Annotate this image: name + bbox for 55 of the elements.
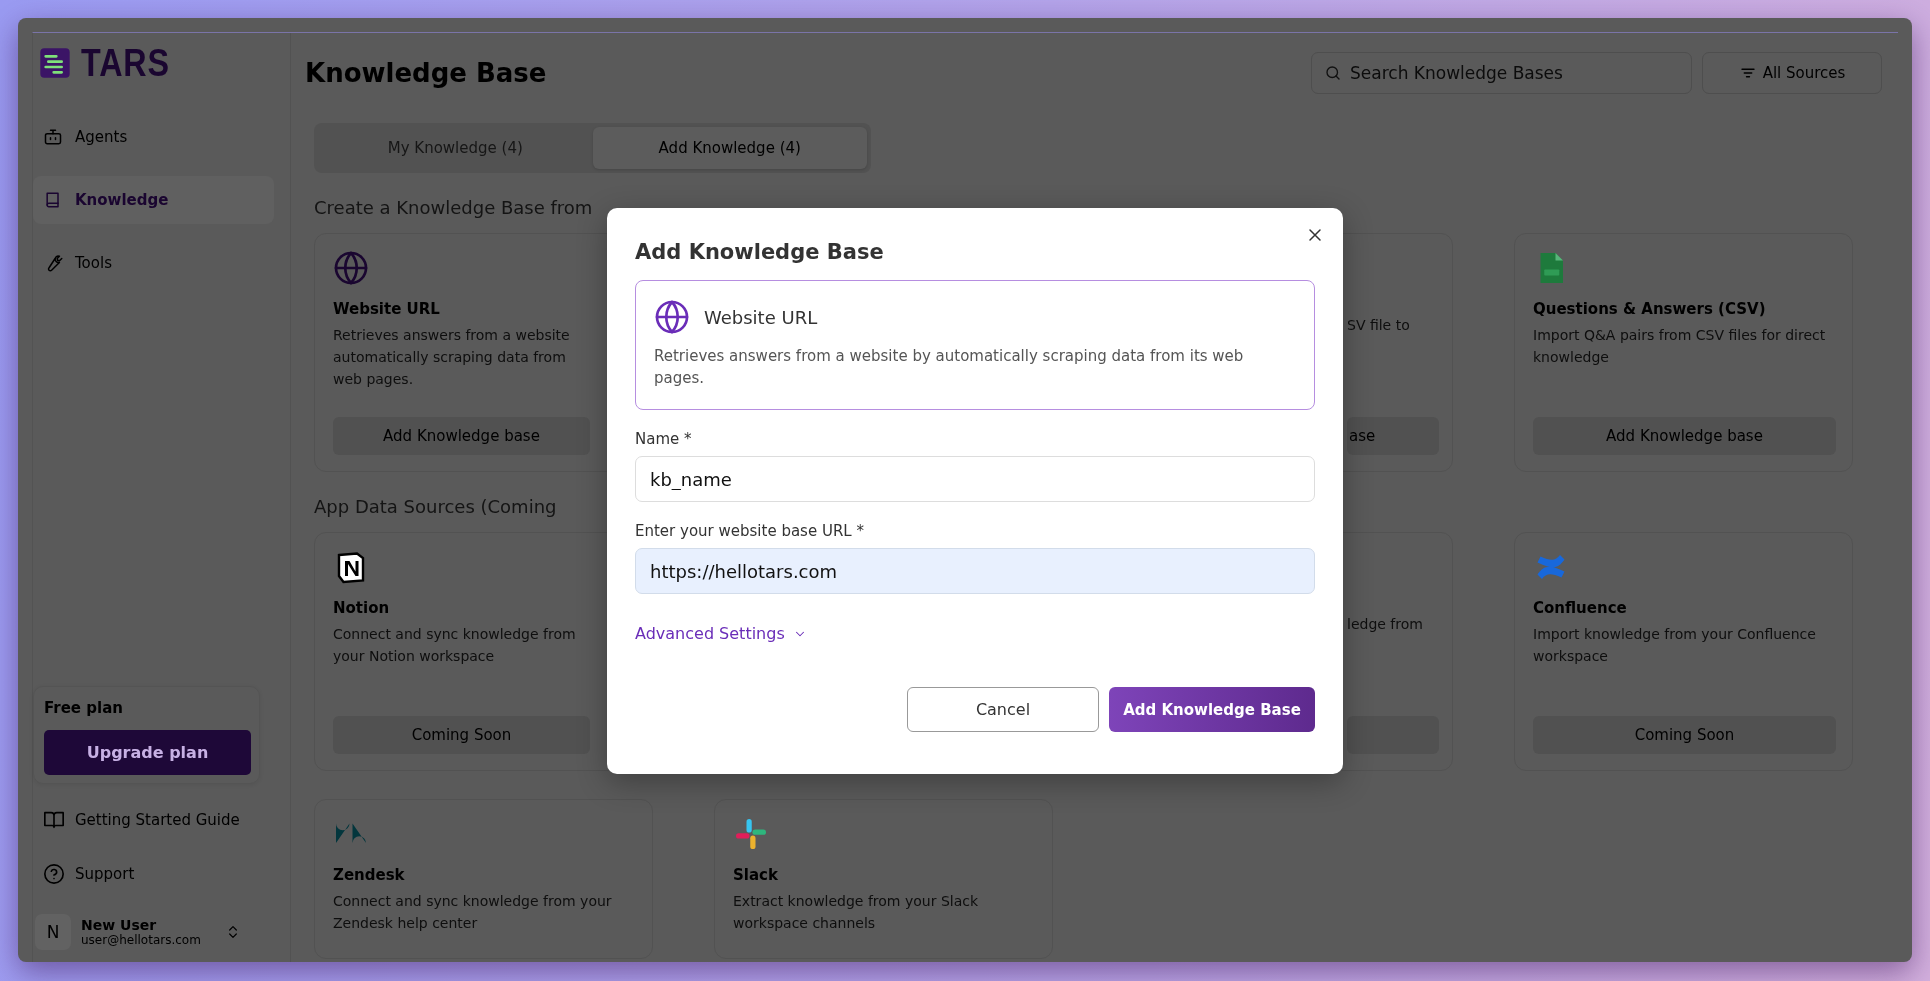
field-label: Name * [635,430,693,448]
tab[interactable]: Add Knowledge (4) [592,127,867,169]
open-book-icon [43,809,65,831]
card-button[interactable]: Add Knowledge base [333,417,590,455]
card-title: Website URL [333,300,440,318]
sidebar-link[interactable]: Getting Started Guide [43,800,290,840]
card-description: Connect and sync knowledge from your Zendesk help center [333,892,613,933]
card-title: Slack [733,866,778,884]
input-field[interactable]: kb_name [635,456,1315,502]
input-field[interactable]: https://hellotars.com [635,548,1315,594]
card-description: Connect and sync knowledge from your Notion workspace [333,625,577,666]
card-description: Retrieves answers from a website automatically scraping data from web pages. [333,326,571,389]
user-email: user@hellotars.com [81,933,201,947]
card-description: Import Q&A pairs from CSV files for direct knowledge [1533,326,1827,367]
card-description: SV file to [1347,316,1410,335]
nav-item[interactable]: Knowledge [33,176,274,224]
page-title: Knowledge Base [305,58,548,88]
help-icon [43,863,65,885]
globe-icon [333,250,369,286]
dialog-title: Add Knowledge Base [635,240,885,264]
avatar: N [35,914,71,950]
card-title: Zendesk [333,866,405,884]
cancel-button[interactable]: Cancel [907,687,1099,732]
card-description: ledge from [1347,615,1423,634]
upgrade-button[interactable]: Upgrade plan [44,730,251,775]
card-button[interactable]: Coming Soon [333,716,590,754]
section-heading: App Data Sources (Coming [314,495,558,519]
slack-icon [733,816,769,852]
field-label: Enter your website base URL * [635,522,865,540]
logo-icon [39,47,71,79]
user-name: New User [81,917,158,933]
card-title: Questions & Answers (CSV) [1533,300,1766,318]
globe-icon [654,299,690,335]
card-description: Extract knowledge from your Slack workspace channels [733,892,980,933]
filter-button[interactable]: All Sources [1702,52,1882,94]
section-heading: Create a Knowledge Base from [314,196,594,220]
search-field[interactable]: Search Knowledge Bases [1311,52,1692,94]
nav-item[interactable]: Tools [33,239,274,287]
card-button[interactable]: Add Knowledge base [1533,417,1836,455]
nav-item[interactable]: Agents [33,113,274,161]
card-button[interactable]: Coming Soon [1533,716,1836,754]
tab[interactable]: My Knowledge (4) [318,127,593,169]
source-title: Website URL [704,306,818,328]
card-title: Confluence [1533,599,1627,617]
card-title: Notion [333,599,390,617]
sidebar-link[interactable]: Support [43,854,290,894]
advanced-settings-link[interactable]: Advanced Settings [635,624,785,643]
plan-title: Free plan [44,699,124,717]
logo-text: TARS [81,41,170,85]
add-knowledge-button[interactable]: ase [1347,417,1439,455]
source-description: Retrieves answers from a website by automatically scraping data from its web pages. [654,346,1245,389]
robot-icon [43,127,63,147]
submit-button[interactable]: Add Knowledge Base [1109,687,1315,732]
search-icon [1324,64,1342,82]
card-description: Import knowledge from your Confluence workspace [1533,625,1817,666]
